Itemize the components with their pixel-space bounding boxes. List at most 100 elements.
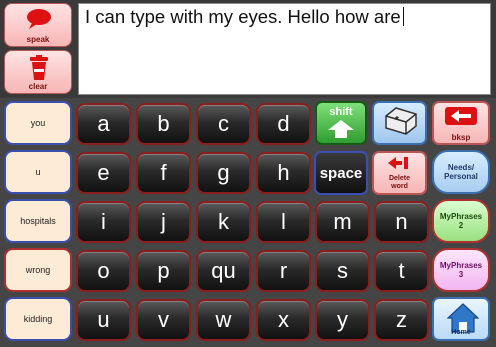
key-e[interactable]: e xyxy=(76,152,131,194)
word-key-hospitals[interactable]: hospitals xyxy=(4,199,72,243)
eye-typing-keyboard-app: speak clear I can type with my eyes. Hel… xyxy=(0,0,496,347)
key-label: y xyxy=(337,307,348,332)
key-qu[interactable]: qu xyxy=(196,250,251,292)
key-label: j xyxy=(161,209,166,234)
shift-key[interactable]: shift xyxy=(315,101,367,145)
myphrases-2-button[interactable]: MyPhrases 2 xyxy=(432,199,490,243)
asterisk-key[interactable]: * xyxy=(372,101,427,145)
key-label: x xyxy=(278,307,289,332)
word-key-u[interactable]: u xyxy=(4,150,72,194)
key-label: l xyxy=(281,209,286,234)
key-label: n xyxy=(395,209,408,234)
left-arrow-icon xyxy=(445,106,477,130)
key-r[interactable]: r xyxy=(256,250,311,292)
key-m[interactable]: m xyxy=(315,201,370,243)
shift-label: shift xyxy=(329,105,353,118)
space-key[interactable]: space xyxy=(314,151,368,195)
speech-bubble-icon xyxy=(26,8,52,30)
key-f[interactable]: f xyxy=(136,152,191,194)
key-label: c xyxy=(218,111,229,136)
key-label: s xyxy=(337,258,348,283)
needs-personal-button[interactable]: Needs/ Personal xyxy=(432,150,490,194)
key-label: g xyxy=(217,160,230,185)
needs-personal-label-line2: Personal xyxy=(444,172,478,181)
myphrases-2-label-line2: 2 xyxy=(458,221,464,230)
backspace-key[interactable]: bksp xyxy=(432,101,490,145)
space-label: space xyxy=(319,164,363,182)
word-key-you[interactable]: you xyxy=(4,101,72,145)
key-label: u xyxy=(97,307,110,332)
key-label: r xyxy=(279,258,288,283)
key-o[interactable]: o xyxy=(76,250,131,292)
speak-button[interactable]: speak xyxy=(4,3,72,47)
word-key-label: u xyxy=(35,167,41,177)
key-label: t xyxy=(398,258,405,283)
word-key-label: wrong xyxy=(25,265,51,275)
delete-word-key[interactable]: Delete word xyxy=(372,151,427,195)
key-i[interactable]: i xyxy=(76,201,131,243)
svg-text:*: * xyxy=(395,115,399,126)
home-button[interactable]: Home xyxy=(432,297,490,341)
key-label: qu xyxy=(211,258,236,283)
word-key-kidding[interactable]: kidding xyxy=(4,297,72,341)
myphrases-3-label-line1: MyPhrases xyxy=(439,261,483,270)
key-label: v xyxy=(158,307,169,332)
key-label: o xyxy=(97,258,110,283)
key-g[interactable]: g xyxy=(196,152,251,194)
clear-button[interactable]: clear xyxy=(4,50,72,94)
backspace-label: bksp xyxy=(451,132,471,142)
home-label: Home xyxy=(451,329,471,336)
key-label: p xyxy=(157,258,170,283)
key-v[interactable]: v xyxy=(136,299,191,341)
key-a[interactable]: a xyxy=(76,103,131,145)
myphrases-3-label-line2: 3 xyxy=(458,270,464,279)
word-key-wrong[interactable]: wrong xyxy=(4,248,72,292)
key-l[interactable]: l xyxy=(256,201,311,243)
trash-can-icon xyxy=(29,55,49,81)
key-y[interactable]: y xyxy=(315,299,370,341)
message-text: I can type with my eyes. Hello how are xyxy=(85,6,404,28)
key-t[interactable]: t xyxy=(374,250,429,292)
key-c[interactable]: c xyxy=(196,103,251,145)
key-label: m xyxy=(333,209,352,234)
key-label: k xyxy=(218,209,229,234)
delete-word-label-line2: word xyxy=(391,182,408,190)
word-key-label: hospitals xyxy=(20,216,56,226)
key-label: a xyxy=(97,111,110,136)
key-label: d xyxy=(277,111,290,136)
key-n[interactable]: n xyxy=(374,201,429,243)
delete-word-label-line1: Delete xyxy=(388,174,410,182)
key-label: h xyxy=(277,160,290,185)
delete-arrow-icon xyxy=(387,156,412,175)
key-label: w xyxy=(215,307,232,332)
word-key-label: you xyxy=(30,118,46,128)
key-j[interactable]: j xyxy=(136,201,191,243)
speak-label: speak xyxy=(26,35,50,44)
key-x[interactable]: x xyxy=(256,299,311,341)
key-s[interactable]: s xyxy=(315,250,370,292)
myphrases-2-label-line1: MyPhrases xyxy=(439,212,483,221)
top-bar: speak clear I can type with my eyes. Hel… xyxy=(0,0,496,98)
key-label: e xyxy=(97,160,110,185)
message-text-value: I can type with my eyes. Hello how are xyxy=(85,6,401,27)
key-u[interactable]: u xyxy=(76,299,131,341)
needs-personal-label-line1: Needs/ xyxy=(447,163,475,172)
key-z[interactable]: z xyxy=(374,299,429,341)
key-label: b xyxy=(157,111,170,136)
message-text-area[interactable]: I can type with my eyes. Hello how are xyxy=(78,3,491,95)
key-d[interactable]: d xyxy=(256,103,311,145)
key-label: f xyxy=(160,160,167,185)
key-p[interactable]: p xyxy=(136,250,191,292)
key-label: i xyxy=(101,209,106,234)
shift-arrow-icon xyxy=(328,119,354,143)
word-key-label: kidding xyxy=(23,314,53,324)
key-h[interactable]: h xyxy=(256,152,311,194)
key-k[interactable]: k xyxy=(196,201,251,243)
text-caret xyxy=(402,7,404,26)
key-label: z xyxy=(396,307,407,332)
key-b[interactable]: b xyxy=(136,103,191,145)
clear-label: clear xyxy=(28,82,48,91)
myphrases-3-button[interactable]: MyPhrases 3 xyxy=(432,248,490,292)
key-w[interactable]: w xyxy=(196,299,251,341)
keycap-asterisk-icon: * xyxy=(380,106,420,141)
